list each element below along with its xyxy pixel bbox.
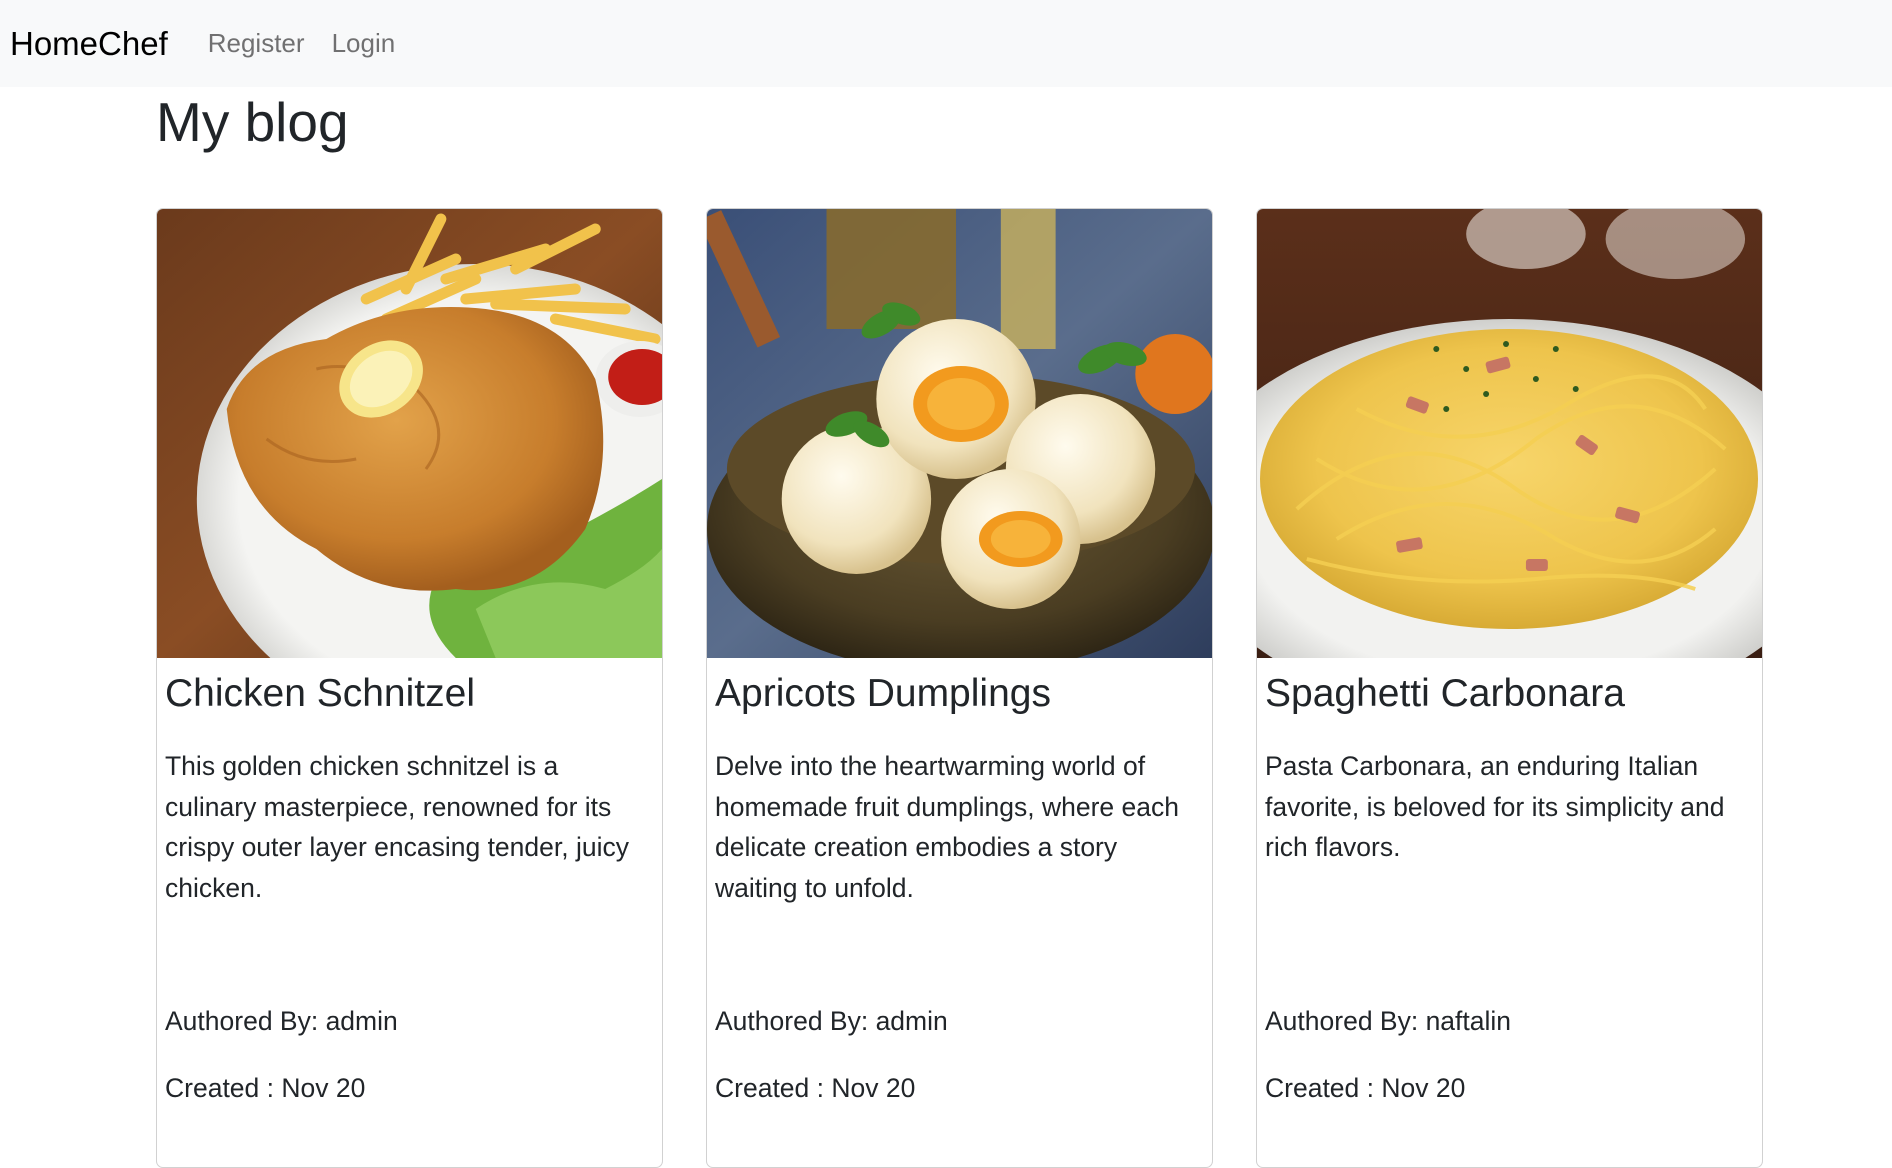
navbar: HomeChef Register Login xyxy=(0,0,1892,87)
page-title: My blog xyxy=(156,91,349,153)
card-description: Delve into the heartwarming world of hom… xyxy=(715,751,1179,903)
card-created-date: Created : Nov 20 xyxy=(165,1073,366,1103)
card-image-schnitzel xyxy=(157,209,662,658)
card-description: This golden chicken schnitzel is a culin… xyxy=(165,751,629,903)
card-title[interactable]: Apricots Dumplings xyxy=(715,669,1051,719)
card-created-date: Created : Nov 20 xyxy=(1265,1073,1466,1103)
card-image-carbonara xyxy=(1257,209,1762,658)
brand-link[interactable]: HomeChef xyxy=(10,25,168,63)
blog-card-dumplings[interactable]: Apricots Dumplings Delve into the heartw… xyxy=(706,208,1213,1168)
card-author: Authored By: admin xyxy=(715,1006,948,1036)
card-author: Authored By: naftalin xyxy=(1265,1006,1512,1036)
blog-card-carbonara[interactable]: Spaghetti Carbonara Pasta Carbonara, an … xyxy=(1256,208,1763,1168)
card-created-date: Created : Nov 20 xyxy=(715,1073,916,1103)
card-title[interactable]: Chicken Schnitzel xyxy=(165,669,475,719)
nav-link-login[interactable]: Login xyxy=(332,28,396,59)
card-image-dumplings xyxy=(707,209,1212,658)
card-title[interactable]: Spaghetti Carbonara xyxy=(1265,669,1625,719)
card-description: Pasta Carbonara, an enduring Italian fav… xyxy=(1265,751,1725,862)
blog-card-schnitzel[interactable]: Chicken Schnitzel This golden chicken sc… xyxy=(156,208,663,1168)
card-author: Authored By: admin xyxy=(165,1006,398,1036)
nav-link-register[interactable]: Register xyxy=(208,28,305,59)
